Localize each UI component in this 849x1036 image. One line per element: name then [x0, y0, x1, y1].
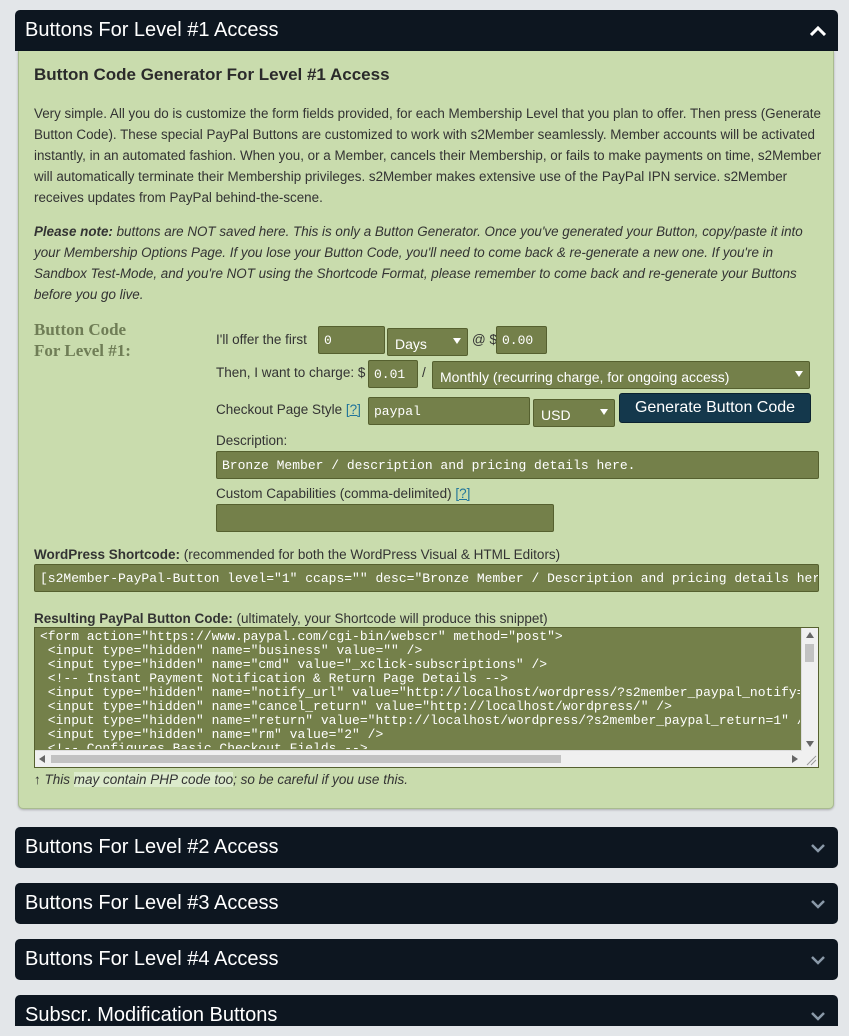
note-text: Please note: buttons are NOT saved here.… — [34, 221, 824, 305]
ccaps-label: Custom Capabilities (comma-delimited) [?… — [216, 486, 471, 501]
at-label: @ $ — [472, 332, 497, 347]
section-title-level-1: Buttons For Level #1 Access — [25, 19, 279, 41]
dropdown-arrow-icon — [600, 409, 608, 415]
code-line: <input type="hidden" name="cancel_return… — [40, 699, 672, 714]
code-line: <input type="hidden" name="business" val… — [40, 643, 423, 658]
dropdown-arrow-icon — [453, 338, 461, 344]
code-lines: <form action="https://www.paypal.com/cgi… — [40, 630, 800, 749]
section-title: Buttons For Level #4 Access — [25, 948, 279, 970]
chevron-down-icon[interactable] — [808, 939, 828, 980]
code-line: <input type="hidden" name="rm" value="2"… — [40, 727, 384, 742]
section-header-level-1[interactable]: Buttons For Level #1 Access — [15, 10, 838, 51]
offer-label: I'll offer the first — [216, 332, 307, 347]
code-line: <!-- Instant Payment Notification & Retu… — [40, 671, 509, 686]
footnote-highlight: may contain PHP code too — [73, 772, 234, 787]
checkout-style-label: Checkout Page Style [?] — [216, 402, 361, 417]
help-link[interactable]: [?] — [346, 402, 361, 417]
note-body: buttons are NOT saved here. This is only… — [34, 224, 803, 302]
chevron-up-icon[interactable] — [808, 10, 828, 51]
code-line: <input type="hidden" name="return" value… — [40, 713, 800, 728]
vertical-scrollbar[interactable] — [801, 628, 818, 751]
section-header-level-4[interactable]: Buttons For Level #4 Access — [15, 939, 838, 980]
trial-period-input[interactable]: 0 — [318, 326, 385, 354]
currency-select[interactable]: USD — [533, 399, 615, 427]
resize-handle-icon[interactable] — [802, 751, 818, 767]
trial-term-value: Days — [395, 336, 427, 352]
description-label: Description: — [216, 433, 288, 448]
section-title: Subscr. Modification Buttons — [25, 1004, 278, 1026]
dropdown-arrow-icon — [795, 371, 803, 377]
chevron-down-icon[interactable] — [808, 827, 828, 868]
section-header-level-3[interactable]: Buttons For Level #3 Access — [15, 883, 838, 924]
charge-label: Then, I want to charge: $ — [216, 365, 366, 380]
section-title: Buttons For Level #3 Access — [25, 892, 279, 914]
shortcode-input[interactable]: [s2Member-PayPal-Button level="1" ccaps=… — [34, 564, 819, 592]
intro-text: Very simple. All you do is customize the… — [34, 106, 822, 205]
code-line: <input type="hidden" name="notify_url" v… — [40, 685, 800, 700]
footnote: ↑ This may contain PHP code too; so be c… — [34, 772, 408, 787]
code-line: <input type="hidden" name="cmd" value="_… — [40, 657, 548, 672]
section-title: Buttons For Level #2 Access — [25, 836, 279, 858]
code-line: <!-- Configures Basic Checkout Fields --… — [40, 741, 368, 750]
term-value: Monthly (recurring charge, for ongoing a… — [440, 369, 730, 385]
note-label: Please note: — [34, 224, 113, 239]
scrollbar-thumb[interactable] — [805, 644, 814, 662]
chevron-down-icon[interactable] — [808, 995, 828, 1036]
section-header-modification[interactable]: Subscr. Modification Buttons — [15, 995, 838, 1026]
shortcode-label: WordPress Shortcode: (recommended for bo… — [34, 547, 561, 562]
slash-label: / — [422, 365, 426, 380]
result-label: Resulting PayPal Button Code: (ultimatel… — [34, 611, 548, 626]
page-style-input[interactable]: paypal — [368, 397, 530, 425]
trial-amount-input[interactable]: 0.00 — [496, 326, 547, 354]
panel-title: Button Code Generator For Level #1 Acces… — [34, 65, 390, 84]
chevron-down-icon[interactable] — [808, 883, 828, 924]
scrollbar-thumb[interactable] — [51, 755, 561, 763]
button-code-textarea[interactable]: <form action="https://www.paypal.com/cgi… — [34, 627, 819, 768]
currency-value: USD — [541, 407, 571, 423]
trial-term-select[interactable]: Days — [387, 328, 468, 356]
level-1-panel: Button Code Generator For Level #1 Acces… — [18, 51, 834, 809]
amount-input[interactable]: 0.01 — [368, 360, 418, 388]
section-label: Button Code For Level #1: — [34, 319, 164, 361]
section-label-line-2: For Level #1: — [34, 341, 131, 360]
horizontal-scrollbar[interactable] — [35, 750, 802, 767]
ccaps-help-link[interactable]: [?] — [455, 486, 470, 501]
term-select[interactable]: Monthly (recurring charge, for ongoing a… — [432, 361, 810, 389]
code-line: <form action="https://www.paypal.com/cgi… — [40, 630, 563, 644]
generate-button[interactable]: Generate Button Code — [619, 393, 811, 423]
section-label-line-1: Button Code — [34, 320, 127, 339]
ccaps-input[interactable] — [216, 504, 554, 532]
section-header-level-2[interactable]: Buttons For Level #2 Access — [15, 827, 838, 868]
description-input[interactable]: Bronze Member / description and pricing … — [216, 451, 819, 479]
